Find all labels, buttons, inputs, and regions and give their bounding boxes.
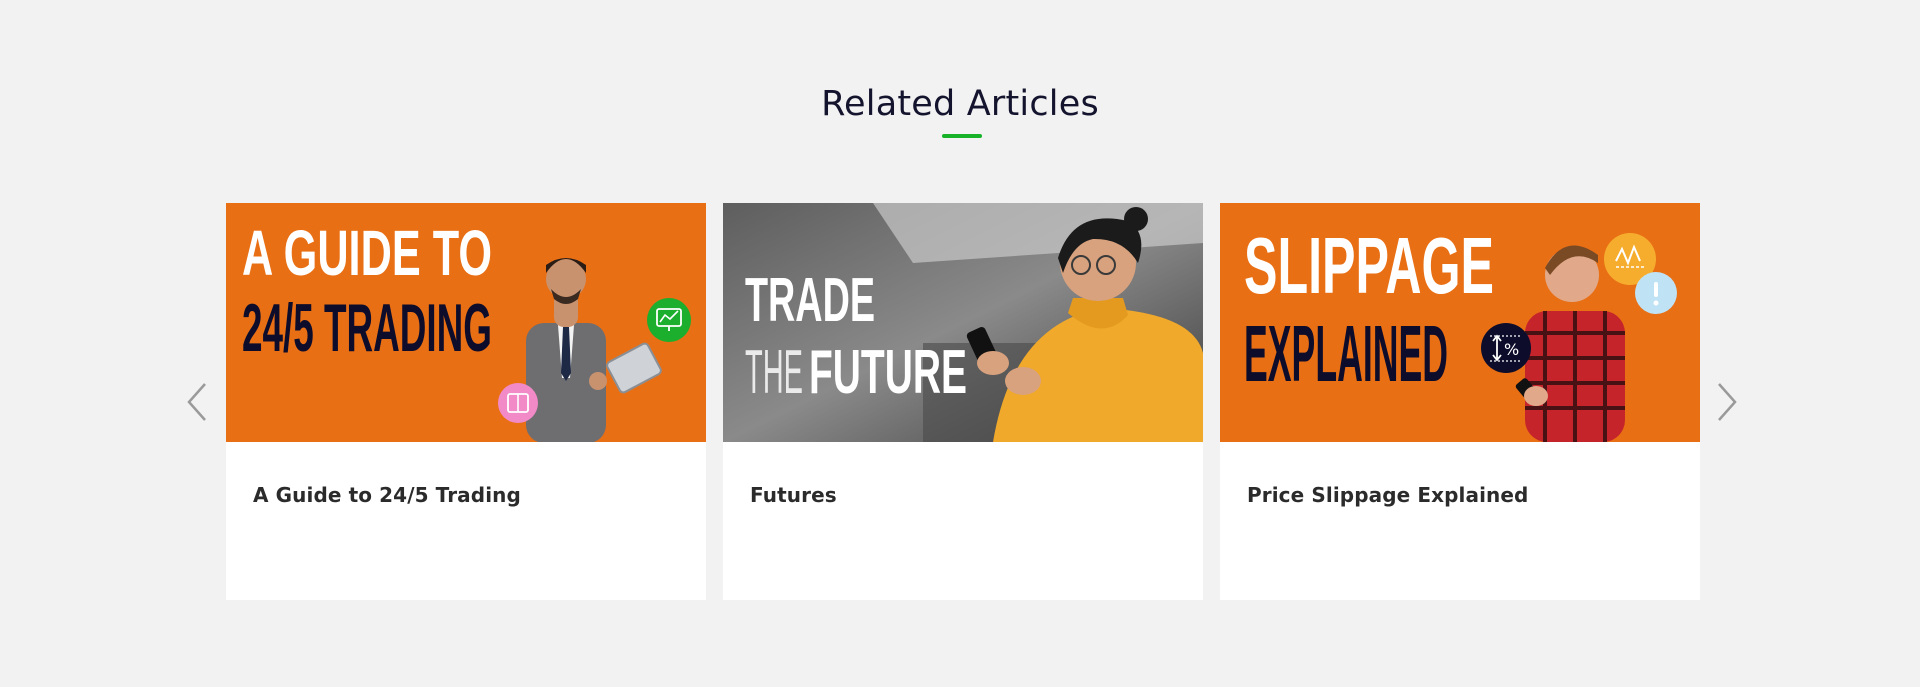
banner-text-line-1: TRADE <box>745 266 875 335</box>
chevron-left-icon <box>187 383 206 421</box>
banner-text-line-2-bold: FUTURE <box>809 338 967 407</box>
article-image-slippage: SLIPPAGE EXPLAINED % <box>1220 203 1700 442</box>
article-title[interactable]: Price Slippage Explained <box>1247 483 1528 507</box>
article-card-futures[interactable]: TRADE THE FUTURE Futures <box>723 203 1203 600</box>
alert-icon <box>1635 272 1677 314</box>
carousel-next-button[interactable] <box>1712 380 1742 424</box>
svg-text:%: % <box>1504 340 1519 359</box>
book-icon <box>498 383 538 423</box>
article-title[interactable]: Futures <box>750 483 837 507</box>
article-title[interactable]: A Guide to 24/5 Trading <box>253 483 521 507</box>
banner-text-line-1: SLIPPAGE <box>1244 221 1494 310</box>
article-card-slippage[interactable]: SLIPPAGE EXPLAINED % Price Slippage Expl… <box>1220 203 1700 600</box>
chevron-right-icon <box>1718 383 1737 421</box>
chart-screen-icon <box>647 298 691 342</box>
banner-text-line-1: A GUIDE TO <box>242 217 492 289</box>
carousel-prev-button[interactable] <box>182 380 212 424</box>
banner-text-line-2: 24/5 TRADING <box>242 290 492 366</box>
title-underline <box>942 134 982 138</box>
article-image-guide-24-5: A GUIDE TO 24/5 TRADING <box>226 203 706 442</box>
section-title: Related Articles <box>821 84 1099 124</box>
article-card-guide-24-5[interactable]: A GUIDE TO 24/5 TRADING A Guide to 24/5 … <box>226 203 706 600</box>
article-image-futures: TRADE THE FUTURE <box>723 203 1203 442</box>
percentage-slippage-icon: % <box>1481 323 1531 373</box>
banner-text-line-2: EXPLAINED <box>1244 309 1448 398</box>
banner-text-line-2-light: THE <box>745 338 803 407</box>
